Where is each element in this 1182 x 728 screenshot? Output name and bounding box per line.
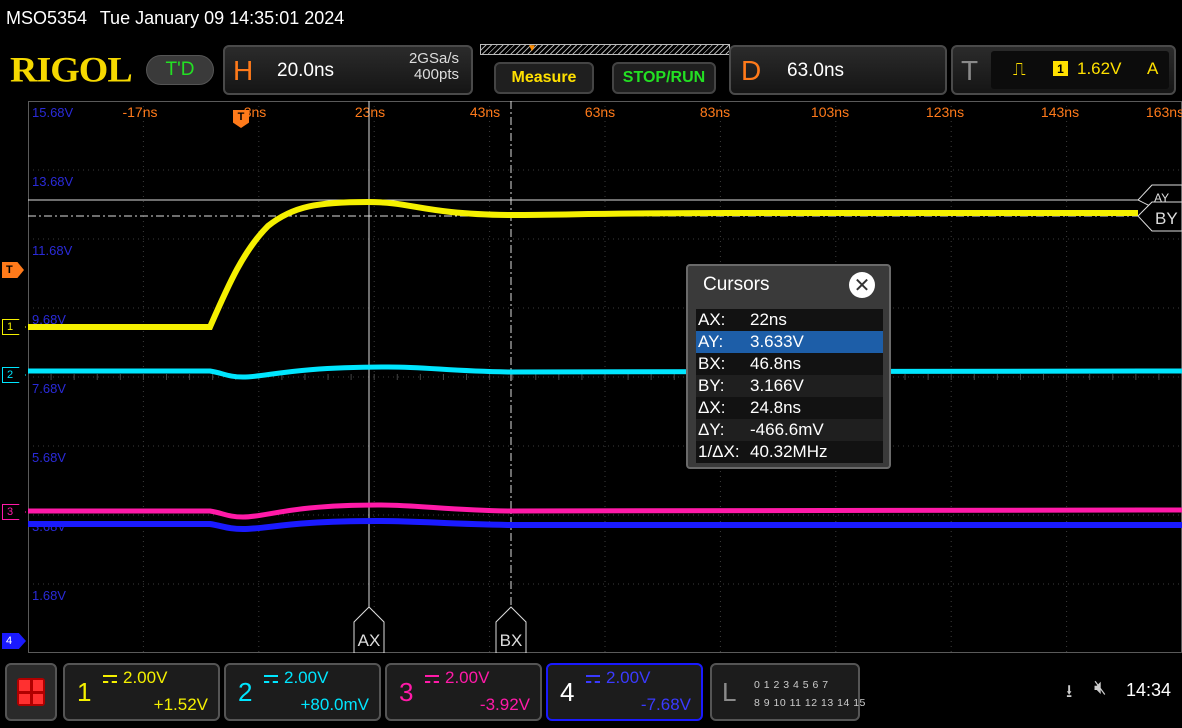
- channel-1-number: 1: [77, 677, 92, 707]
- channel-3-box[interactable]: 3 2.00V -3.92V: [385, 663, 542, 721]
- sample-rate: 2GSa/s: [408, 50, 459, 67]
- voltage-axis-labels: 15.68V13.68V11.68V9.68V7.68V5.68V3.68V1.…: [32, 105, 74, 603]
- channel-1-scale: 2.00V: [103, 668, 167, 688]
- time-axis-label: 163ns: [1146, 104, 1182, 120]
- channel-4-marker[interactable]: 4: [2, 633, 26, 649]
- channel-4-waveform: [28, 517, 1182, 533]
- memory-depth: 400pts: [413, 66, 459, 83]
- voltage-axis-label: 5.68V: [32, 450, 66, 465]
- delay-panel[interactable]: D 63.0ns: [729, 45, 947, 95]
- cursor-ax-label: AX: [358, 631, 381, 650]
- delay-letter: D: [741, 55, 762, 86]
- channel-3-scale: 2.00V: [425, 668, 489, 688]
- voltage-axis-label: 7.68V: [32, 381, 66, 396]
- cursor-by-label: BY: [1155, 209, 1178, 228]
- dc-coupling-icon: [425, 674, 439, 683]
- logic-channels-row-1: 0 1 2 3 4 5 6 7: [754, 679, 829, 691]
- time-axis-label: 103ns: [811, 104, 849, 120]
- trigger-source-badge: 1: [1053, 61, 1068, 76]
- channel-4-box[interactable]: 4 2.00V -7.68V: [546, 663, 703, 721]
- dc-coupling-icon: [264, 674, 278, 683]
- usb-icon: ⭳: [1066, 681, 1073, 701]
- channel-3-offset: -3.92V: [479, 695, 530, 714]
- horizontal-letter: H: [233, 55, 254, 86]
- time-axis-label: 43ns: [470, 104, 500, 120]
- dc-coupling-icon: [586, 674, 600, 683]
- cursor-bx-tag[interactable]: BX: [495, 606, 527, 653]
- voltage-axis-label: 1.68V: [32, 588, 66, 603]
- channel-2-number: 2: [238, 677, 253, 707]
- voltage-axis-label: 13.68V: [32, 174, 74, 189]
- channel-2-offset: +80.0mV: [300, 695, 369, 714]
- trigger-mode: A: [1147, 59, 1159, 78]
- trigger-letter: T: [961, 55, 979, 86]
- logic-channels-row-2: 8 9 10 11 12 13 14 15: [754, 697, 866, 709]
- delay-value: 63.0ns: [787, 60, 845, 81]
- datetime: Tue January 09 14:35:01 2024: [99, 8, 345, 28]
- menu-grid-icon: [17, 678, 45, 706]
- channel-1-marker[interactable]: 1: [2, 319, 26, 335]
- cursor-readout-list: AX: 22ns AY: 3.633V BX: 46.8ns BY: 3.166V ΔX…: [696, 309, 883, 463]
- cursor-bx-label: BX: [500, 631, 523, 650]
- channel-4-offset: -7.68V: [640, 695, 691, 714]
- speaker-muted-icon[interactable]: 🔇︎: [1094, 677, 1107, 700]
- channel-4-scale: 2.00V: [586, 668, 650, 688]
- channel-2-marker[interactable]: 2: [2, 367, 26, 383]
- logic-analyzer-box[interactable]: L 0 1 2 3 4 5 6 7 8 9 10 11 12 13 14 15: [710, 663, 865, 721]
- cursors-title: Cursors: [703, 274, 770, 295]
- memory-position-bar[interactable]: ▼: [480, 43, 730, 55]
- trigger-level: 1.62V: [1077, 59, 1122, 78]
- cursor-row-by[interactable]: BY: 3.166V: [696, 375, 883, 397]
- cursor-row-ax[interactable]: AX: 22ns: [696, 309, 883, 331]
- time-axis-label: -17ns: [122, 104, 157, 120]
- measure-area: ▼ Measure STOP/RUN: [478, 43, 732, 98]
- system-clock: 14:34: [1126, 680, 1172, 700]
- horizontal-panel[interactable]: H 20.0ns 2GSa/s 400pts: [223, 45, 473, 95]
- time-axis-label: 23ns: [355, 104, 385, 120]
- trigger-panel[interactable]: T ⎍ 1 1.62V A: [951, 45, 1176, 95]
- time-axis-label: 143ns: [1041, 104, 1079, 120]
- bottom-bar: 1 2.00V +1.52V 2 2.00V +80.0mV 3 2.00V -…: [0, 658, 1182, 728]
- graticule: [28, 101, 1182, 653]
- cursor-ax-tag[interactable]: AX: [353, 606, 385, 653]
- cursor-row-ay[interactable]: AY: 3.633V: [696, 331, 883, 353]
- trigger-settings: ⎍ 1 1.62V A: [991, 51, 1169, 89]
- voltage-axis-label: 11.68V: [32, 243, 73, 258]
- cursors-panel: Cursors ✕ AX: 22ns AY: 3.633V BX: 46.8ns BY…: [686, 264, 891, 469]
- cursor-row-delta-x[interactable]: ΔX: 24.8ns: [696, 397, 883, 419]
- time-axis-labels: -17ns 3ns 23ns 43ns 63ns 83ns 103ns 123ns 143ns 1…: [122, 104, 1182, 120]
- cursor-row-inverse-delta-x[interactable]: 1/ΔX: 40.32MHz: [696, 441, 883, 463]
- waveform-display[interactable]: -17ns 3ns 23ns 43ns 63ns 83ns 103ns 123ns 143ns 1…: [28, 101, 1182, 653]
- title-row: MSO5354 Tue January 09 14:35:01 2024: [6, 8, 352, 29]
- channel-2-box[interactable]: 2 2.00V +80.0mV: [224, 663, 381, 721]
- measure-button[interactable]: Measure: [494, 62, 594, 94]
- channel-3-marker[interactable]: 3: [2, 504, 26, 520]
- close-icon[interactable]: ✕: [849, 272, 875, 298]
- timebase-value: 20.0ns: [277, 60, 335, 81]
- cursor-row-delta-y[interactable]: ΔY: -466.6mV: [696, 419, 883, 441]
- time-axis-label: 83ns: [700, 104, 730, 120]
- rising-edge-icon: ⎍: [1013, 59, 1026, 79]
- channel-1-box[interactable]: 1 2.00V +1.52V: [63, 663, 220, 721]
- voltage-axis-label: 15.68V: [32, 105, 74, 120]
- cursor-by-tag[interactable]: BY: [1137, 201, 1182, 232]
- main-menu-button[interactable]: [5, 663, 57, 721]
- time-axis-label: 63ns: [585, 104, 615, 120]
- channel-2-scale: 2.00V: [264, 668, 328, 688]
- acquisition-info: 2GSa/s 400pts: [409, 51, 459, 83]
- trigger-status-badge[interactable]: T'D: [146, 55, 214, 85]
- trigger-position-marker-icon: ▼: [527, 43, 537, 54]
- stop-run-button[interactable]: STOP/RUN: [612, 62, 716, 94]
- channel-1-offset: +1.52V: [153, 695, 208, 714]
- cursor-row-bx[interactable]: BX: 46.8ns: [696, 353, 883, 375]
- model-name: MSO5354: [6, 8, 88, 28]
- channel-3-number: 3: [399, 677, 414, 707]
- dc-coupling-icon: [103, 674, 117, 683]
- logic-letter: L: [722, 677, 737, 707]
- time-axis-label: 123ns: [926, 104, 964, 120]
- channel-4-number: 4: [560, 677, 575, 707]
- rigol-logo: RIGOL: [10, 50, 133, 90]
- trigger-level-marker[interactable]: T: [2, 262, 24, 278]
